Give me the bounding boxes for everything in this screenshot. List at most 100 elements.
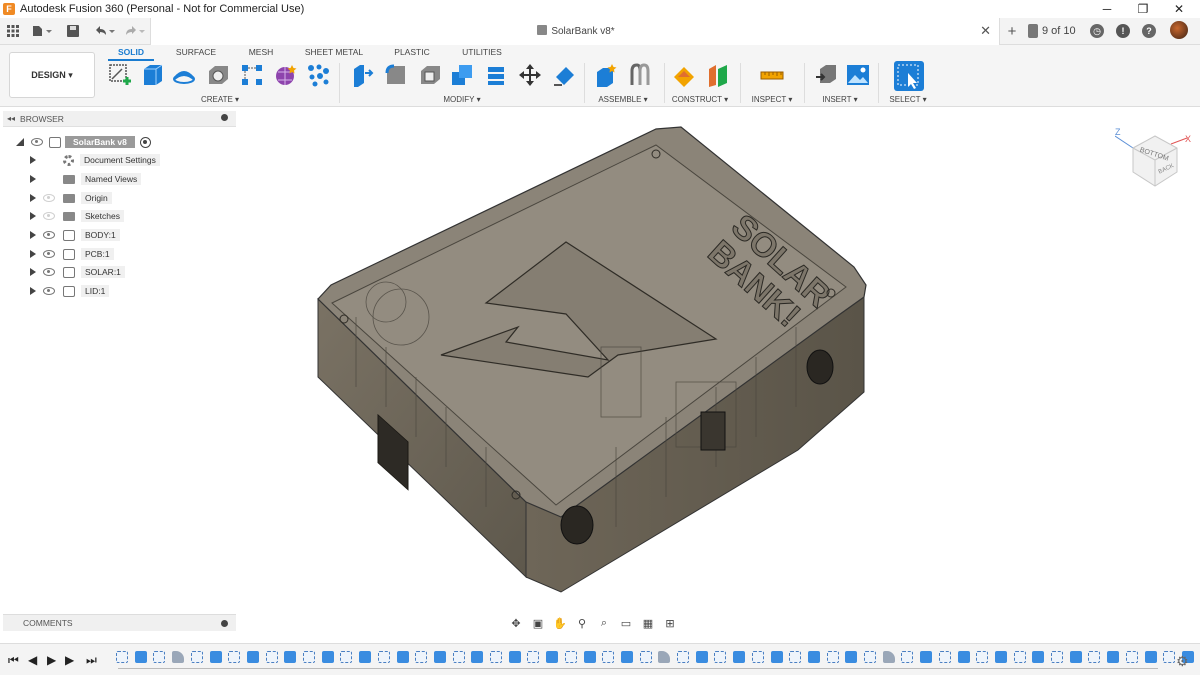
- timeline-sketch-icon[interactable]: [415, 651, 428, 663]
- fillet-icon[interactable]: [384, 63, 408, 87]
- timeline-extrude-icon[interactable]: [209, 651, 222, 663]
- create-menu[interactable]: CREATE ▾: [190, 95, 250, 104]
- extrude-icon[interactable]: [140, 63, 164, 87]
- document-tab[interactable]: SolarBank v8* ✕: [150, 18, 1000, 45]
- expand-icon[interactable]: [30, 250, 36, 258]
- timeline-fillet-icon[interactable]: [658, 651, 671, 663]
- file-menu-icon[interactable]: [30, 22, 54, 40]
- visibility-icon[interactable]: [31, 138, 43, 146]
- save-icon[interactable]: [66, 22, 80, 40]
- grid-settings-icon[interactable]: ▦: [639, 616, 657, 630]
- expand-icon[interactable]: [30, 287, 36, 295]
- timeline-sketch-icon[interactable]: [1088, 651, 1101, 663]
- pin-icon[interactable]: [221, 114, 228, 121]
- timeline-sketch-icon[interactable]: [564, 651, 577, 663]
- timeline-extrude-icon[interactable]: [1032, 651, 1045, 663]
- viewcube[interactable]: Z X BOTTOM BACK: [1114, 126, 1195, 199]
- viewports-icon[interactable]: ⊞: [661, 616, 679, 630]
- play-icon[interactable]: ▶: [47, 653, 56, 667]
- timeline-sketch-icon[interactable]: [639, 651, 652, 663]
- new-component-icon[interactable]: [594, 63, 618, 87]
- expand-icon[interactable]: [30, 268, 36, 276]
- timeline-sketch-icon[interactable]: [602, 651, 615, 663]
- timeline-sketch-icon[interactable]: [789, 651, 802, 663]
- redo-icon[interactable]: [122, 22, 146, 40]
- root-component-label[interactable]: SolarBank v8: [65, 136, 135, 148]
- collapse-icon[interactable]: [16, 138, 24, 146]
- undo-icon[interactable]: [92, 22, 116, 40]
- insert-image-icon[interactable]: [846, 63, 870, 87]
- timeline-extrude-icon[interactable]: [620, 651, 633, 663]
- browser-item[interactable]: Sketches: [0, 208, 124, 224]
- notifications-icon[interactable]: !: [1116, 22, 1130, 40]
- combine-icon[interactable]: [450, 63, 474, 87]
- revolve-icon[interactable]: [172, 63, 196, 87]
- modify-menu[interactable]: MODIFY ▾: [430, 95, 494, 104]
- viewport-canvas[interactable]: SOLAR BANK!: [236, 107, 1200, 607]
- browser-item[interactable]: Document Settings: [0, 152, 160, 168]
- help-icon[interactable]: ?: [1142, 22, 1156, 40]
- timeline-extrude-icon[interactable]: [1069, 651, 1082, 663]
- tab-sheet-metal[interactable]: SHEET METAL: [300, 47, 368, 59]
- timeline-extrude-icon[interactable]: [695, 651, 708, 663]
- user-avatar[interactable]: [1170, 21, 1188, 39]
- timeline-extrude-icon[interactable]: [508, 651, 521, 663]
- zoom-icon[interactable]: ⚲: [573, 616, 591, 630]
- timeline-sketch-icon[interactable]: [303, 651, 315, 663]
- version-indicator[interactable]: 9 of 10: [1028, 22, 1076, 40]
- timeline-sketch-icon[interactable]: [377, 651, 390, 663]
- browser-item[interactable]: PCB:1: [0, 246, 114, 262]
- press-pull-icon[interactable]: [350, 63, 374, 87]
- timeline-extrude-icon[interactable]: [246, 651, 259, 663]
- timeline-sketch-icon[interactable]: [340, 651, 353, 663]
- timeline-fillet-icon[interactable]: [882, 651, 895, 663]
- timeline-extrude-icon[interactable]: [1144, 651, 1157, 663]
- browser-root[interactable]: SolarBank v8: [0, 134, 151, 150]
- timeline-sketch-icon[interactable]: [228, 651, 241, 663]
- tab-solid[interactable]: SOLID: [108, 47, 154, 59]
- activate-radio-icon[interactable]: [139, 136, 151, 148]
- browser-item[interactable]: LID:1: [0, 283, 110, 299]
- assemble-menu[interactable]: ASSEMBLE ▾: [592, 95, 654, 104]
- timeline-extrude-icon[interactable]: [957, 651, 970, 663]
- step-forward-icon[interactable]: ▶: [65, 653, 74, 667]
- timeline-sketch-icon[interactable]: [527, 651, 540, 663]
- visibility-icon[interactable]: [43, 250, 55, 258]
- expand-icon[interactable]: [30, 175, 36, 183]
- timeline-extrude-icon[interactable]: [583, 651, 596, 663]
- comments-panel[interactable]: COMMENTS: [3, 614, 236, 631]
- shell-icon[interactable]: [418, 63, 442, 87]
- pattern-icon[interactable]: [240, 63, 264, 87]
- timeline-sketch-icon[interactable]: [677, 651, 689, 663]
- select-menu[interactable]: SELECT ▾: [886, 95, 930, 104]
- align-icon[interactable]: [552, 63, 576, 87]
- job-status-icon[interactable]: ◷: [1090, 22, 1104, 40]
- timeline-extrude-icon[interactable]: [807, 651, 820, 663]
- go-to-start-icon[interactable]: ⏮: [8, 653, 19, 668]
- timeline-sketch-icon[interactable]: [714, 651, 727, 663]
- derive-icon[interactable]: [306, 63, 330, 87]
- solarbank-model[interactable]: SOLAR BANK!: [317, 126, 867, 593]
- orbit-icon[interactable]: ✥: [507, 616, 525, 630]
- timeline-sketch-icon[interactable]: [116, 651, 128, 663]
- tab-mesh[interactable]: MESH: [240, 47, 282, 59]
- timeline-extrude-icon[interactable]: [733, 651, 746, 663]
- timeline-sketch-icon[interactable]: [1013, 651, 1026, 663]
- timeline-sketch-icon[interactable]: [751, 651, 764, 663]
- go-to-end-icon[interactable]: ⏭: [86, 653, 97, 668]
- timeline-sketch-icon[interactable]: [490, 651, 502, 663]
- timeline-extrude-icon[interactable]: [471, 651, 484, 663]
- move-copy-icon[interactable]: [518, 63, 542, 87]
- timeline-extrude-icon[interactable]: [845, 651, 858, 663]
- expand-icon[interactable]: [30, 212, 36, 220]
- workspace-switcher-button[interactable]: DESIGN ▾: [9, 52, 95, 98]
- select-icon[interactable]: [894, 61, 924, 91]
- timeline-sketch-icon[interactable]: [1051, 651, 1063, 663]
- timeline-extrude-icon[interactable]: [134, 651, 147, 663]
- new-tab-icon[interactable]: +: [1004, 22, 1020, 40]
- offset-plane-icon[interactable]: [672, 63, 696, 87]
- browser-header[interactable]: ◂◂ BROWSER: [3, 111, 236, 127]
- insert-menu[interactable]: INSERT ▾: [818, 95, 862, 104]
- timeline-sketch-icon[interactable]: [976, 651, 989, 663]
- timeline-sketch-icon[interactable]: [864, 651, 876, 663]
